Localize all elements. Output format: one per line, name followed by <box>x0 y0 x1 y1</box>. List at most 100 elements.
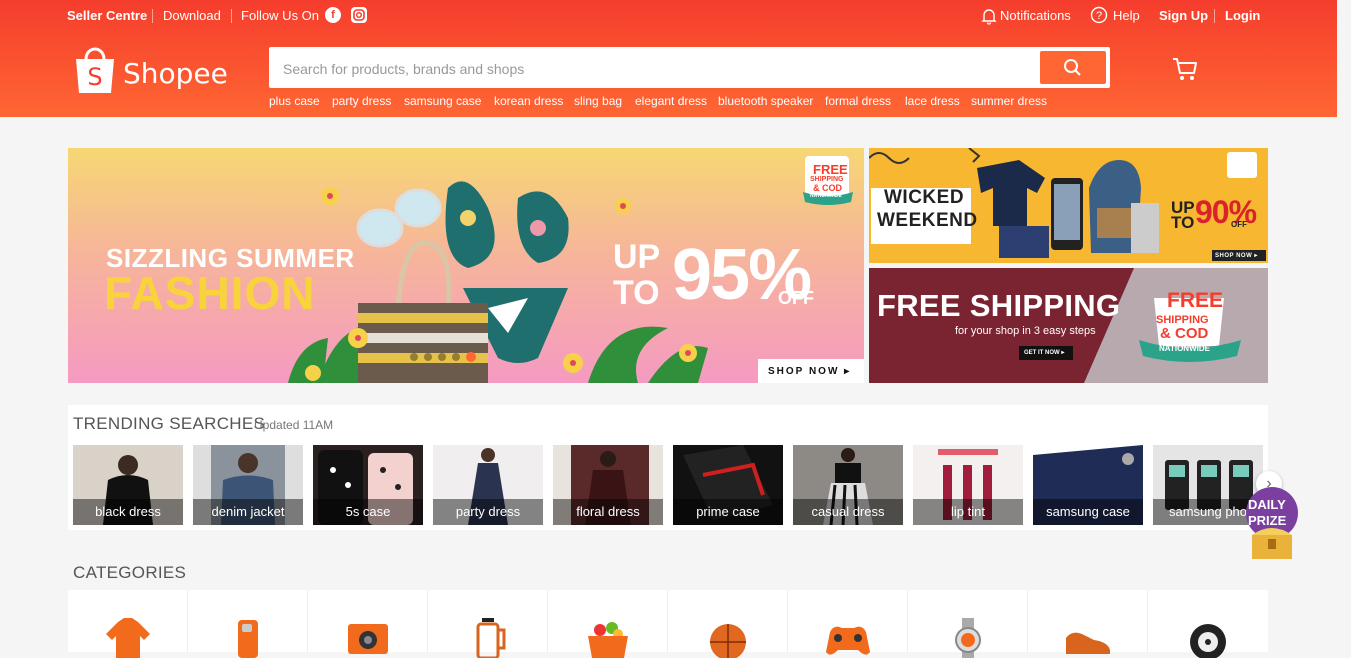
camera-icon <box>348 624 388 654</box>
logo-text: Shopee <box>123 57 228 90</box>
badge-cod: & COD <box>813 183 842 193</box>
shirt-icon <box>106 618 150 658</box>
search-suggestion[interactable]: summer dress <box>971 94 1047 108</box>
sub2-get-it-now-button[interactable]: GET IT NOW ▸ <box>1024 349 1064 356</box>
instagram-icon[interactable] <box>351 7 367 23</box>
search-suggestion[interactable]: lace dress <box>905 94 960 108</box>
carousel-dot[interactable] <box>438 353 446 361</box>
category-item[interactable] <box>188 590 308 658</box>
download-link[interactable]: Download <box>163 8 221 24</box>
search-suggestion[interactable]: plus case <box>269 94 320 108</box>
category-item[interactable] <box>908 590 1028 658</box>
carousel-dot[interactable] <box>452 353 460 361</box>
cart-icon[interactable] <box>1171 55 1199 83</box>
search-input[interactable] <box>281 47 1035 90</box>
category-item[interactable] <box>788 590 908 655</box>
trending-title: TRENDING SEARCHES <box>73 414 266 433</box>
divider <box>231 9 232 23</box>
trending-label: prime case <box>673 499 783 525</box>
shopee-logo[interactable]: S Shopee <box>73 45 228 95</box>
phone-case-icon <box>238 620 258 658</box>
trending-label: black dress <box>73 499 183 525</box>
basketball-icon <box>710 624 746 658</box>
badge-cod: & COD <box>1160 325 1209 342</box>
category-item[interactable] <box>68 590 188 658</box>
search-suggestion[interactable]: formal dress <box>825 94 891 108</box>
trending-label: samsung case <box>1033 499 1143 525</box>
category-item[interactable] <box>1148 590 1267 658</box>
trending-item[interactable]: casual dress <box>793 445 903 525</box>
trending-label: floral dress <box>553 499 663 525</box>
help-link[interactable]: Help <box>1113 8 1140 24</box>
category-item[interactable] <box>308 590 428 654</box>
badge-free: FREE <box>813 162 848 177</box>
search-suggestion[interactable]: samsung case <box>404 94 481 108</box>
sub1-to: TO <box>1171 213 1195 232</box>
category-item[interactable] <box>548 590 668 658</box>
carousel-dot[interactable] <box>410 353 418 361</box>
categories-title: CATEGORIES <box>73 563 187 582</box>
trending-label: 5s case <box>313 499 423 525</box>
svg-text:?: ? <box>1096 10 1102 22</box>
category-item[interactable] <box>1028 590 1148 654</box>
main-banner[interactable]: SIZZLING SUMMER FASHION UP TO 95% OFF FR… <box>68 148 864 383</box>
sub1-shop-now-button[interactable]: SHOP NOW ▸ <box>1215 252 1258 259</box>
divider <box>1214 9 1215 23</box>
search-bar <box>269 47 1110 90</box>
badge-free: FREE <box>1167 289 1224 312</box>
sub2-title: FREE SHIPPING <box>877 288 1121 323</box>
trending-label: casual dress <box>793 499 903 525</box>
trending-item[interactable]: party dress <box>433 445 543 525</box>
free-shipping-banner[interactable]: FREE SHIPPING for your shop in 3 easy st… <box>869 268 1268 383</box>
trending-item[interactable]: 5s case <box>313 445 423 525</box>
banner-up: UP <box>613 238 661 276</box>
banner-to: TO <box>613 274 660 312</box>
carousel-dot[interactable] <box>424 353 432 361</box>
follow-us-label: Follow Us On <box>241 8 320 23</box>
search-suggestion[interactable]: sling bag <box>574 94 622 108</box>
help-icon: ? <box>1090 6 1108 28</box>
banner-off: OFF <box>778 288 814 308</box>
banner-title-line2: FASHION <box>104 267 316 319</box>
shoe-icon <box>1066 632 1110 654</box>
search-button[interactable] <box>1040 51 1106 84</box>
top-navbar: Seller Centre Download Follow Us On f No… <box>0 0 1337 32</box>
facebook-icon[interactable]: f <box>325 7 341 23</box>
seller-centre-link[interactable]: Seller Centre <box>67 8 147 24</box>
category-item[interactable] <box>668 590 788 658</box>
notifications-link[interactable]: Notifications <box>1000 8 1071 24</box>
trending-item[interactable]: samsung case <box>1033 445 1143 525</box>
coffee-press-icon <box>476 618 506 658</box>
trending-label: lip tint <box>913 499 1023 525</box>
badge-nationwide: NATIONWIDE <box>810 193 842 199</box>
svg-text:S: S <box>87 63 102 91</box>
search-suggestion[interactable]: elegant dress <box>635 94 707 108</box>
wicked-weekend-banner[interactable]: WICKED WEEKEND UP TO 90% OFF SHOP NOW ▸ <box>869 148 1268 263</box>
search-icon <box>1064 59 1081 76</box>
trending-item[interactable]: black dress <box>73 445 183 525</box>
trending-updated: Updated 11AM <box>254 418 334 432</box>
category-item[interactable] <box>428 590 548 658</box>
search-suggestion[interactable]: bluetooth speaker <box>718 94 813 108</box>
trending-item[interactable]: prime case <box>673 445 783 525</box>
carousel-dot-active[interactable] <box>466 352 476 362</box>
sub1-title-line2: WEEKEND <box>877 210 978 231</box>
trending-item[interactable]: lip tint <box>913 445 1023 525</box>
login-link[interactable]: Login <box>1225 8 1260 24</box>
daily-prize-widget[interactable]: DAILY PRIZE <box>1242 483 1302 565</box>
daily-prize-line1: DAILY <box>1248 497 1286 512</box>
sign-up-link[interactable]: Sign Up <box>1159 8 1208 24</box>
bell-icon <box>981 7 997 29</box>
categories-section <box>68 590 1268 658</box>
grocery-basket-icon <box>588 622 628 658</box>
trending-item[interactable]: denim jacket <box>193 445 303 525</box>
trending-item[interactable]: floral dress <box>553 445 663 525</box>
tire-icon <box>1190 624 1226 658</box>
search-suggestion[interactable]: party dress <box>332 94 391 108</box>
sub1-title-line1: WICKED <box>884 187 965 208</box>
search-suggestion[interactable]: korean dress <box>494 94 563 108</box>
badge-nationwide: NATIONWIDE <box>1159 344 1210 353</box>
trending-label: party dress <box>433 499 543 525</box>
shop-now-button[interactable]: SHOP NOW ▸ <box>768 366 851 377</box>
sub1-off: OFF <box>1231 220 1247 229</box>
